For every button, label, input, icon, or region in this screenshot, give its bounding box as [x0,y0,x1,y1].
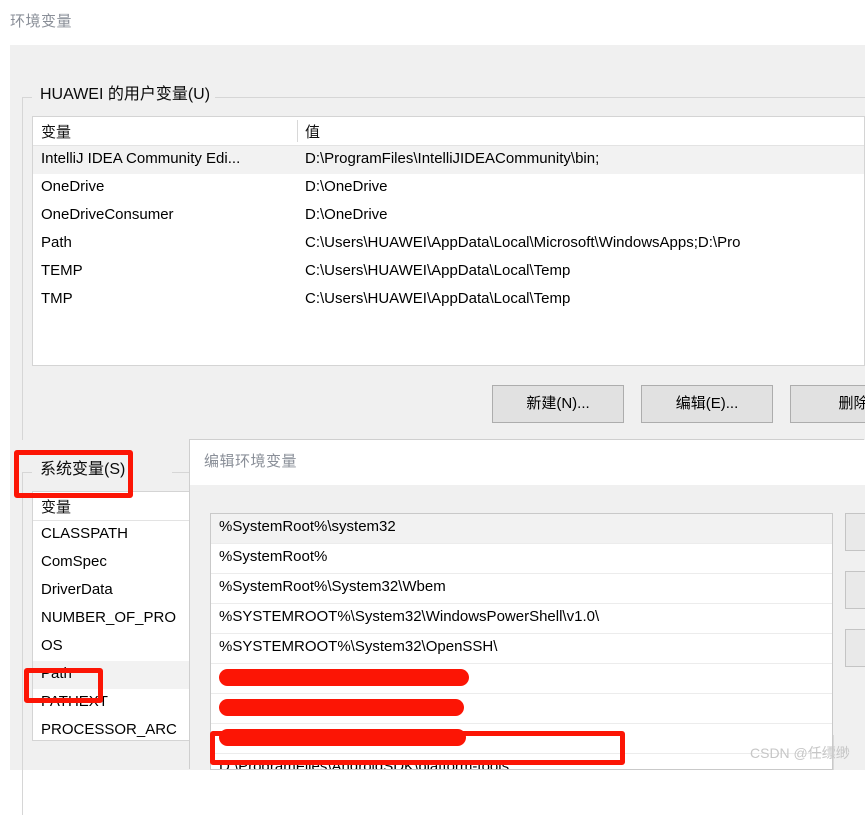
group-border-top-right [182,97,865,98]
list-item-label: %SystemRoot% [219,548,328,565]
cell-value: C:\Users\HUAWEI\AppData\Local\Temp [305,262,571,279]
window-left-edge [0,45,10,770]
list-item-label: D:\ProgramFiles\AndroidSDK\platform-tool… [219,758,510,770]
table-row[interactable]: OneDrive D:\OneDrive [33,174,864,202]
table-row[interactable]: OneDriveConsumer D:\OneDrive [33,202,864,230]
edit-button[interactable]: 编辑(E)... [641,385,773,423]
cell-variable: OneDriveConsumer [41,206,174,223]
list-item[interactable]: %SystemRoot%\System32\Wbem [211,574,832,604]
new-button[interactable]: 新建(N)... [492,385,624,423]
list-item[interactable] [211,694,832,724]
sys-column-header-variable[interactable]: 变量 [41,496,71,517]
user-variables-label: HUAWEI 的用户变量(U) [35,80,216,104]
side-button-delete[interactable] [845,513,865,551]
sys-group-border-left [22,472,23,815]
list-item[interactable] [211,724,832,754]
window-titlebar: 环境变量 [0,0,865,45]
user-variables-rows: IntelliJ IDEA Community Edi... D:\Program… [33,146,864,314]
edit-dialog-title: 编辑环境变量 [204,453,298,470]
cell-variable: Path [41,234,72,251]
cell-value: D:\OneDrive [305,178,388,195]
cell-variable: TEMP [41,262,83,279]
user-variables-table[interactable]: 变量 值 IntelliJ IDEA Community Edi... D:\Pr… [32,116,865,366]
user-variables-table-header: 变量 值 [33,117,864,146]
side-button-browse[interactable] [845,629,865,667]
list-item[interactable]: %SYSTEMROOT%\System32\WindowsPowerShell\… [211,604,832,634]
cell-value: C:\Users\HUAWEI\AppData\Local\Temp [305,290,571,307]
list-item-label: %SystemRoot%\System32\Wbem [219,578,446,595]
edit-dialog-side-buttons [845,513,865,770]
list-item[interactable]: D:\ProgramFiles\AndroidSDK\platform-tool… [211,754,832,770]
sys-group-border-top-left [22,472,32,473]
cell-variable: TMP [41,290,73,307]
window-title: 环境变量 [10,13,73,30]
table-row[interactable]: IntelliJ IDEA Community Edi... D:\Program… [33,146,864,174]
list-item-label: %SystemRoot%\system32 [219,518,396,535]
list-item-label: %SYSTEMROOT%\System32\WindowsPowerShell\… [219,608,600,625]
list-item[interactable]: %SystemRoot%\system32 [211,514,832,544]
edit-environment-variable-dialog: 编辑环境变量 %SystemRoot%\system32 %SystemRoot%… [190,440,865,770]
list-item[interactable]: %SystemRoot% [211,544,832,574]
redaction-bar [219,699,464,716]
redaction-bar [219,729,466,746]
cell-variable: IntelliJ IDEA Community Edi... [41,150,241,167]
table-row[interactable]: TEMP C:\Users\HUAWEI\AppData\Local\Temp [33,258,864,286]
cell-variable: OneDrive [41,178,105,195]
column-divider[interactable] [297,120,298,142]
list-item[interactable] [211,664,832,694]
delete-button[interactable]: 删除( [790,385,865,423]
table-row[interactable]: Path C:\Users\HUAWEI\AppData\Local\Micros… [33,230,864,258]
group-border-left [22,97,23,440]
group-border-top-left [22,97,32,98]
side-button-edit[interactable] [845,571,865,609]
list-item[interactable]: %SYSTEMROOT%\System32\OpenSSH\ [211,634,832,664]
cell-value: D:\ProgramFiles\IntelliJIDEACommunity\bi… [305,150,600,167]
list-item-label: %SYSTEMROOT%\System32\OpenSSH\ [219,638,498,655]
csdn-watermark: CSDN @任缥缈 [750,745,850,761]
path-entries-list[interactable]: %SystemRoot%\system32 %SystemRoot% %System… [210,513,833,770]
column-header-value[interactable]: 值 [305,121,320,142]
column-header-variable[interactable]: 变量 [41,121,71,142]
redaction-bar [219,669,469,686]
cell-value: C:\Users\HUAWEI\AppData\Local\Microsoft\… [305,234,741,251]
cell-value: D:\OneDrive [305,206,388,223]
edit-dialog-titlebar: 编辑环境变量 [190,440,865,485]
table-row[interactable]: TMP C:\Users\HUAWEI\AppData\Local\Temp [33,286,864,314]
system-variables-label: 系统变量(S) [35,455,131,479]
